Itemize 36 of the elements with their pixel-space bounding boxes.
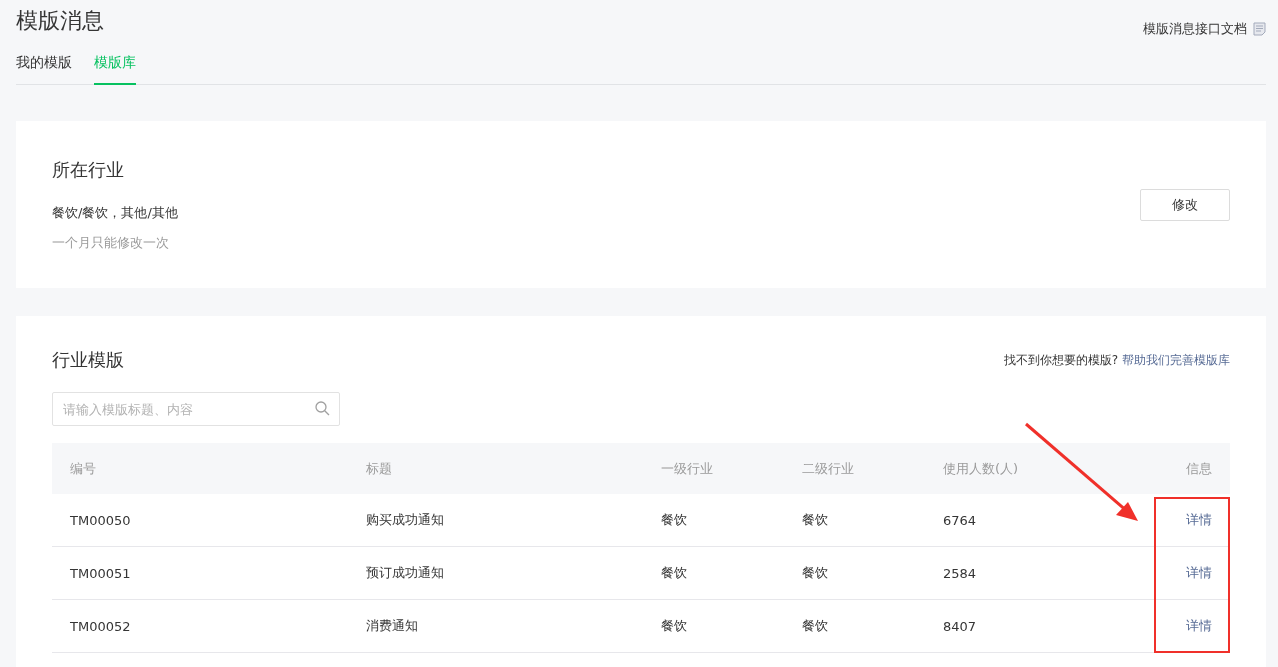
column-header: 信息	[1186, 460, 1212, 476]
table-cell: 餐饮	[661, 565, 687, 580]
help-hint: 找不到你想要的模版? 帮助我们完善模版库	[1003, 351, 1230, 369]
table-cell: TM00050	[70, 512, 131, 528]
page-title: 模版消息	[16, 7, 104, 35]
table-cell: 2584	[943, 565, 977, 581]
table-cell: 餐饮	[661, 618, 687, 633]
industry-value: 餐饮/餐饮，其他/其他	[52, 203, 178, 222]
column-header: 标题	[366, 460, 392, 476]
table-cell: TM00052	[70, 618, 131, 634]
table-cell: 6764	[943, 512, 977, 528]
table-cell: 购买成功通知	[366, 512, 444, 527]
search-field[interactable]: 请输入模版标题、内容	[52, 392, 340, 426]
table-cell: 8407	[943, 618, 977, 634]
column-header: 使用人数(人)	[943, 460, 1019, 476]
column-header: 一级行业	[661, 460, 713, 476]
table-cell: 餐饮	[802, 618, 828, 633]
doc-link[interactable]: 模版消息接口文档	[1143, 20, 1266, 38]
section-title: 所在行业	[52, 157, 125, 182]
tab[interactable]: 我的模版	[16, 54, 72, 85]
details-link[interactable]: 详情	[1186, 512, 1212, 527]
edit-button[interactable]: 修改	[1140, 188, 1230, 221]
table-cell: 预订成功通知	[366, 565, 444, 580]
details-link[interactable]: 详情	[1186, 565, 1212, 580]
help-link[interactable]: 帮助我们完善模版库	[1122, 352, 1230, 367]
section-title: 行业模版	[52, 348, 124, 372]
details-link[interactable]: 详情	[1186, 618, 1212, 633]
table-cell: 餐饮	[802, 565, 828, 580]
table-cell: 餐饮	[661, 512, 687, 527]
column-header: 二级行业	[802, 460, 854, 476]
column-header: 编号	[70, 460, 96, 476]
search-icon	[315, 401, 330, 416]
table-cell: 餐饮	[802, 512, 828, 527]
table-cell: TM00051	[70, 565, 131, 581]
document-icon	[1253, 22, 1266, 36]
table-cell: 消费通知	[366, 618, 418, 633]
